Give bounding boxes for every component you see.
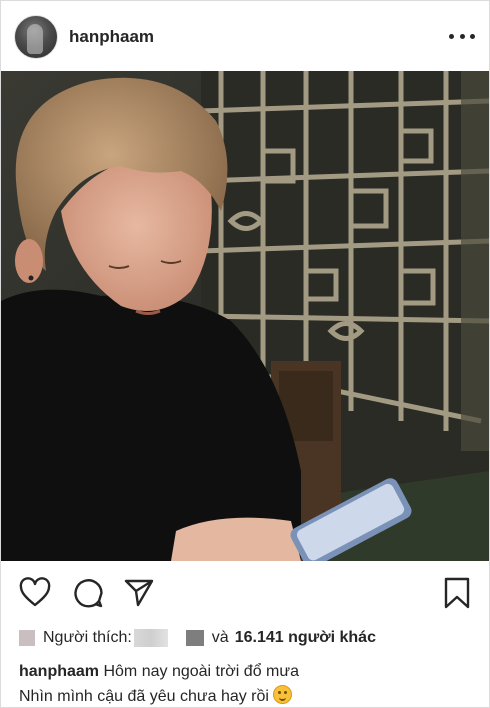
bookmark-icon[interactable] — [443, 577, 471, 609]
caption-line-1: Hôm nay ngoài trời đổ mưa — [103, 663, 299, 680]
ellipsis-icon[interactable] — [449, 25, 475, 47]
liked-by-label: Người thích: — [43, 629, 132, 646]
liker-avatar[interactable] — [19, 630, 35, 646]
caption-line-2: Nhìn mình cậu đã yêu chưa hay rồi — [19, 688, 269, 705]
post-card: hanphaam Người thích: và 16.141 người kh… — [0, 0, 490, 708]
liker-avatar-2[interactable] — [185, 630, 204, 646]
and-label: và — [211, 629, 229, 646]
caption-username[interactable]: hanphaam — [19, 663, 99, 680]
likes-count[interactable]: 16.141 người khác — [235, 629, 376, 647]
avatar[interactable] — [14, 15, 58, 59]
smiling-emoji-icon — [272, 685, 292, 704]
post-username[interactable]: hanphaam — [69, 27, 154, 47]
liker-name[interactable] — [133, 629, 168, 647]
send-icon[interactable] — [123, 577, 155, 609]
heart-icon[interactable] — [19, 577, 51, 609]
post-actions — [1, 561, 489, 625]
post-caption: hanphaam Hôm nay ngoài trời đổ mưa Nhìn … — [19, 659, 479, 707]
post-header: hanphaam — [1, 1, 489, 71]
likes-row: Người thích: và 16.141 người khác — [19, 626, 479, 650]
comment-icon[interactable] — [72, 577, 104, 609]
post-image[interactable] — [1, 71, 489, 561]
